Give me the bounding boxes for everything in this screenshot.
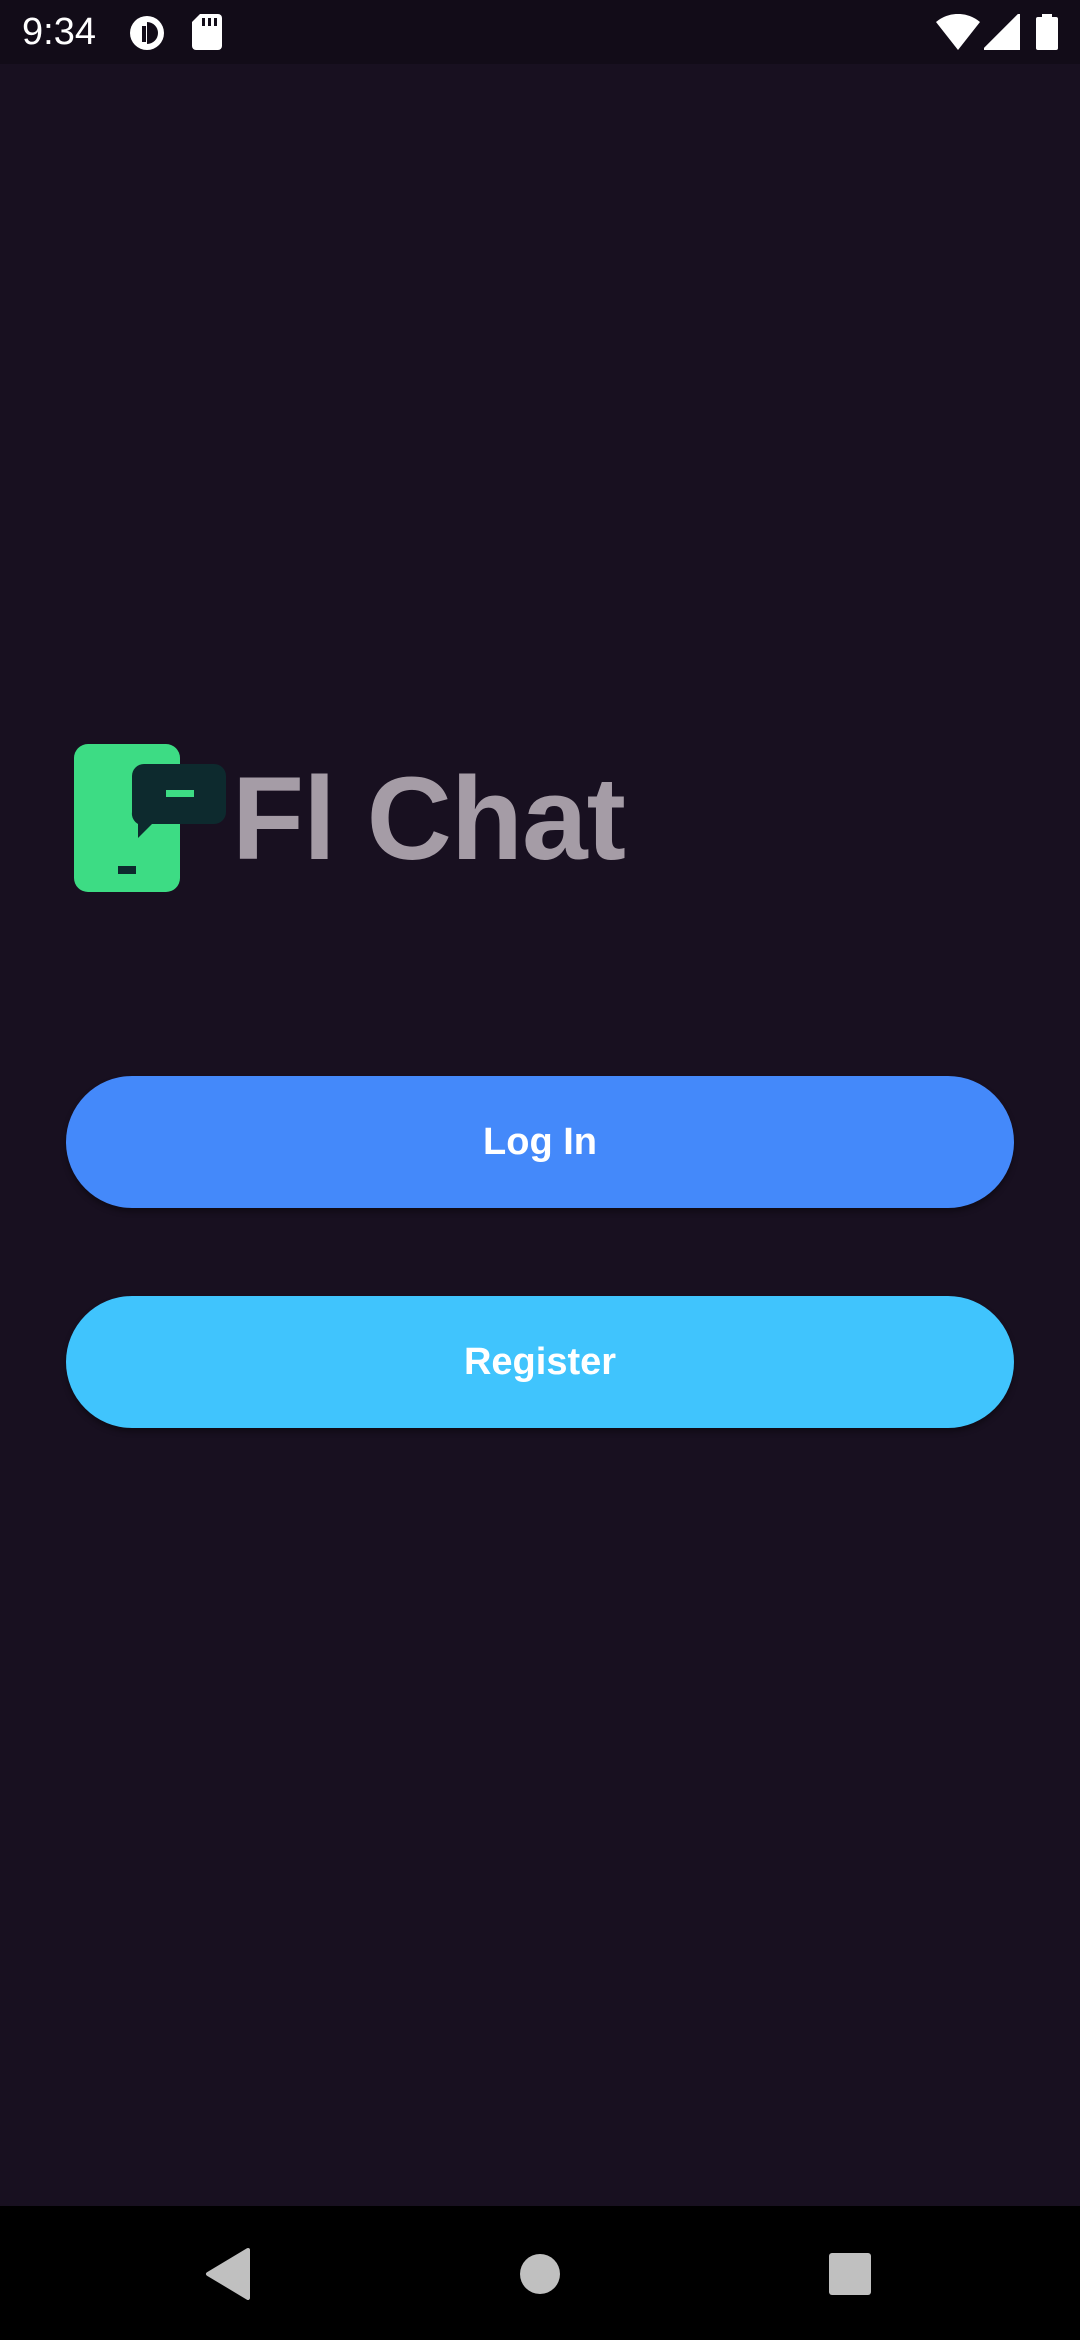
login-screen: 9:34 Fl Chat Log In Register: [0, 0, 1080, 2340]
wifi-icon: [936, 13, 980, 55]
recents-icon[interactable]: [818, 2242, 882, 2306]
app-logo: Fl Chat: [74, 744, 674, 894]
status-time: 9:34: [22, 11, 96, 53]
app-name: Fl Chat: [232, 753, 626, 885]
status-bar: 9:34: [0, 0, 1080, 64]
register-button[interactable]: Register: [66, 1296, 1014, 1428]
sd-card-icon: [192, 14, 222, 55]
login-button[interactable]: Log In: [66, 1076, 1014, 1208]
cellular-signal-icon: [980, 10, 1022, 55]
app-notification-icon: [128, 14, 166, 57]
home-icon[interactable]: [508, 2242, 572, 2306]
battery-icon: [1036, 14, 1058, 55]
back-icon[interactable]: [194, 2242, 258, 2306]
navigation-bar: [0, 2206, 1080, 2340]
phone-chat-logo-icon: [74, 744, 226, 894]
